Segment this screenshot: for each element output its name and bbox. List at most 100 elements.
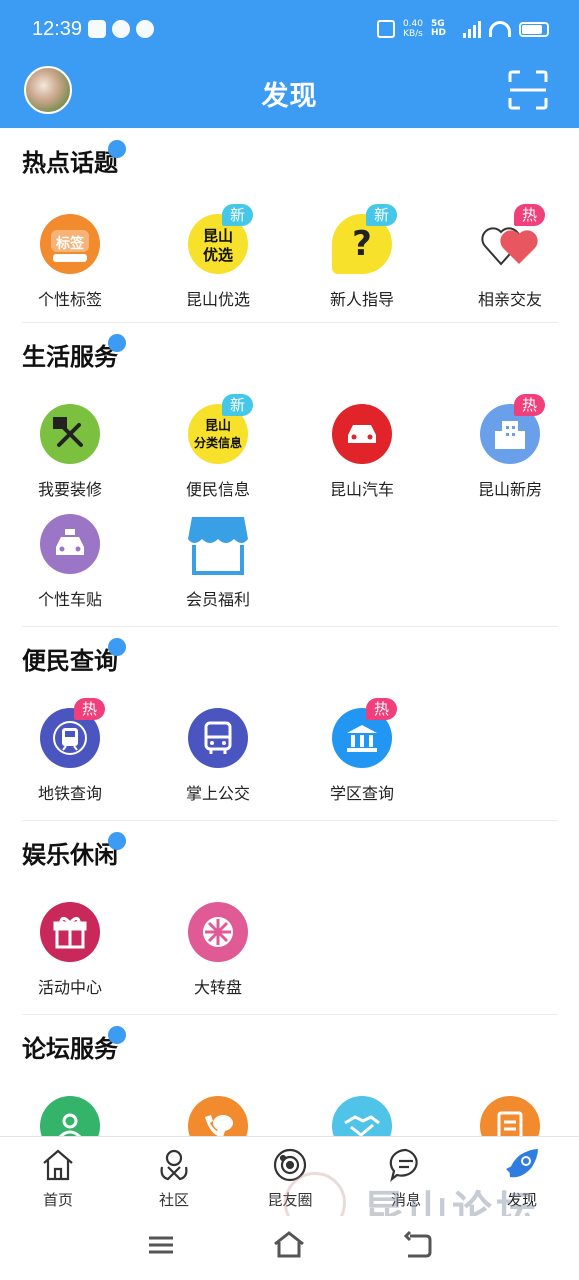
section-title-convenience-query: 便民查询 bbox=[22, 647, 118, 675]
item-label: 大转盘 bbox=[193, 978, 242, 997]
tools-icon bbox=[40, 404, 100, 464]
signal-icon bbox=[463, 20, 481, 38]
section-title-hot-topics: 热点话题 bbox=[22, 149, 118, 177]
user-icon bbox=[40, 1096, 100, 1136]
new-badge: 新 bbox=[222, 394, 254, 416]
item-activity-center[interactable]: 活动中心 bbox=[0, 902, 140, 1012]
item-dating[interactable]: 热 相亲交友 bbox=[440, 204, 579, 324]
item-personal-tag[interactable]: 标签 个性标签 bbox=[0, 214, 140, 324]
item-lucky-wheel[interactable]: 大转盘 bbox=[148, 902, 288, 1012]
section-dot bbox=[108, 334, 126, 352]
status-bar: 12:39 0.40 KB/s 5G HD bbox=[0, 0, 579, 62]
discover-content[interactable]: 热点话题 标签 个性标签 昆山 优选 新 昆山优选 ? 新 新人指导 热 相亲交友… bbox=[0, 128, 579, 1136]
planet-icon bbox=[273, 1148, 307, 1182]
item-bus[interactable]: 掌上公交 bbox=[148, 708, 288, 818]
battery-icon bbox=[519, 21, 549, 37]
section-dot bbox=[108, 638, 126, 656]
message-icon bbox=[389, 1148, 418, 1182]
item-label: 昆山汽车 bbox=[329, 480, 394, 499]
item-label: 新人指导 bbox=[329, 290, 394, 309]
svg-text:分类信息: 分类信息 bbox=[194, 435, 242, 450]
clipboard-icon bbox=[480, 1096, 540, 1136]
section-title-entertainment: 娱乐休闲 bbox=[22, 841, 118, 869]
nav-home[interactable]: 首页 bbox=[0, 1143, 116, 1209]
back-icon[interactable] bbox=[400, 1230, 434, 1260]
nav-messages[interactable]: 消息 bbox=[348, 1143, 464, 1209]
item-label: 个性车贴 bbox=[37, 590, 102, 609]
bottom-navigation: 首页 社区 昆友圈 消息 发现 bbox=[0, 1136, 579, 1216]
nav-discover[interactable]: 发现 bbox=[464, 1143, 579, 1209]
nav-community[interactable]: 社区 bbox=[116, 1143, 232, 1209]
item-label: 掌上公交 bbox=[185, 784, 250, 803]
item-label: 地铁查询 bbox=[37, 784, 102, 803]
net-speed-unit: KB/s bbox=[403, 29, 423, 39]
nav-label: 社区 bbox=[158, 1191, 189, 1209]
hot-badge: 热 bbox=[366, 698, 398, 720]
item-new-homes[interactable]: 热 昆山新房 bbox=[440, 394, 579, 514]
taxi-icon bbox=[40, 514, 100, 574]
bus-icon bbox=[188, 708, 248, 768]
wheel-icon bbox=[188, 902, 248, 962]
item-kunshan-auto[interactable]: 昆山汽车 bbox=[292, 404, 432, 514]
discover-rocket-icon bbox=[506, 1149, 538, 1178]
community-icon bbox=[160, 1149, 188, 1181]
section-dot bbox=[108, 1026, 126, 1044]
nav-label: 发现 bbox=[506, 1191, 537, 1209]
section-title-forum-services: 论坛服务 bbox=[22, 1035, 118, 1063]
item-label: 昆山优选 bbox=[185, 290, 250, 309]
assistant-icon bbox=[136, 20, 154, 38]
notification-icons bbox=[88, 20, 154, 38]
item-renovation[interactable]: 我要装修 bbox=[0, 404, 140, 514]
item-metro-query[interactable]: 热 地铁查询 bbox=[0, 698, 140, 818]
item-label: 相亲交友 bbox=[477, 290, 542, 309]
status-time: 12:39 bbox=[32, 18, 83, 40]
menu-icon[interactable] bbox=[144, 1230, 178, 1260]
svg-text:昆山: 昆山 bbox=[205, 418, 231, 434]
item-newbie-guide[interactable]: ? 新 新人指导 bbox=[292, 204, 432, 324]
item-forum-records[interactable] bbox=[440, 1096, 579, 1136]
system-navigation-bar bbox=[0, 1216, 579, 1280]
nav-label: 首页 bbox=[42, 1191, 73, 1209]
net-speed-value: 0.40 bbox=[402, 19, 423, 29]
item-forum-user[interactable] bbox=[0, 1096, 140, 1136]
svg-text:标签: 标签 bbox=[55, 235, 85, 252]
hot-badge: 热 bbox=[514, 204, 546, 226]
item-label: 我要装修 bbox=[37, 480, 102, 499]
home-icon bbox=[43, 1149, 73, 1181]
item-kunshan-select[interactable]: 昆山 优选 新 昆山优选 bbox=[148, 204, 288, 324]
app-header: 12:39 0.40 KB/s 5G HD 发现 bbox=[0, 0, 579, 128]
page-title: 发现 bbox=[261, 81, 318, 112]
item-car-stickers[interactable]: 个性车贴 bbox=[0, 514, 140, 624]
shop-awning-icon bbox=[188, 514, 248, 575]
phone-chat-icon bbox=[188, 1096, 248, 1136]
item-school-district[interactable]: 热 学区查询 bbox=[292, 698, 432, 818]
item-label: 会员福利 bbox=[185, 590, 250, 609]
notification-app-icon bbox=[88, 20, 106, 38]
item-forum-phone[interactable] bbox=[148, 1096, 288, 1136]
new-badge: 新 bbox=[366, 204, 398, 226]
svg-text:昆山: 昆山 bbox=[203, 227, 233, 245]
item-convenience-info[interactable]: 昆山 分类信息 新 便民信息 bbox=[148, 394, 288, 514]
system-status: 0.40 KB/s 5G HD bbox=[376, 19, 549, 39]
nav-label: 消息 bbox=[390, 1191, 421, 1209]
home-nav-icon[interactable] bbox=[272, 1230, 306, 1260]
section-divider bbox=[22, 820, 558, 821]
gift-icon bbox=[40, 902, 100, 962]
section-dot bbox=[108, 140, 126, 158]
item-label: 学区查询 bbox=[329, 784, 394, 803]
handshake-icon bbox=[332, 1096, 392, 1136]
tag-badge-icon: 标签 bbox=[40, 214, 100, 274]
nav-label: 昆友圈 bbox=[267, 1191, 313, 1209]
section-divider bbox=[22, 322, 558, 323]
item-forum-cooperation[interactable] bbox=[292, 1096, 432, 1136]
item-label: 昆山新房 bbox=[477, 480, 542, 499]
section-divider bbox=[22, 626, 558, 627]
item-member-benefits[interactable]: 会员福利 bbox=[148, 514, 288, 624]
svg-text:优选: 优选 bbox=[203, 246, 233, 264]
car-icon bbox=[332, 404, 392, 464]
scan-icon[interactable] bbox=[508, 70, 548, 110]
nav-friends-circle[interactable]: 昆友圈 bbox=[232, 1143, 348, 1209]
hot-badge: 热 bbox=[74, 698, 106, 720]
new-badge: 新 bbox=[222, 204, 254, 226]
item-label: 个性标签 bbox=[37, 290, 102, 309]
